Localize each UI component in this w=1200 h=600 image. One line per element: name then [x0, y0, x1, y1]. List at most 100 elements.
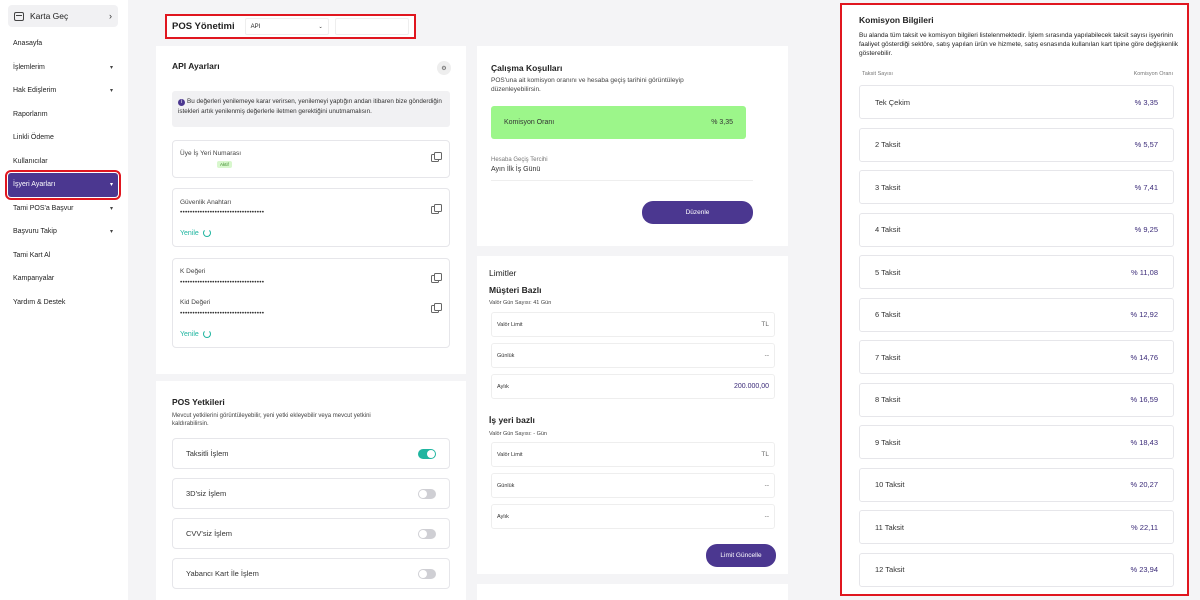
permission-toggle[interactable] — [418, 488, 436, 499]
status-badge: Aktif — [217, 161, 232, 168]
chevron-down-icon: ▾ — [109, 64, 113, 71]
sidebar-item[interactable]: Yardım & Destek — [8, 291, 118, 315]
komisyon-value: % 16,59 — [1130, 395, 1158, 404]
komisyon-value: % 3,35 — [1134, 97, 1158, 107]
komisyon-row: 9 Taksit % 18,43 — [859, 425, 1174, 459]
divider — [491, 180, 753, 181]
refresh-icon — [202, 330, 211, 338]
chevron-down-icon: ▾ — [109, 229, 113, 236]
sidebar-item[interactable]: Kullanıcılar — [8, 150, 118, 174]
permission-toggle[interactable] — [418, 568, 436, 579]
komisyon-value: % 18,43 — [1130, 437, 1158, 447]
sidebar-item[interactable]: İşyeri Ayarları ▾ — [5, 170, 121, 200]
taksit-label: 9 Taksit — [875, 437, 901, 447]
taksit-label: 5 Taksit — [875, 267, 901, 277]
hesaba-gecis-label: Hesaba Geçiş Tercihi — [491, 157, 548, 163]
permission-row: CVV'siz İşlem — [172, 518, 450, 549]
sidebar-item[interactable]: Linkli Ödeme — [8, 126, 118, 150]
taksit-label: 10 Taksit — [875, 480, 905, 489]
permission-label: CVV'siz İşlem — [186, 529, 233, 538]
guvenlik-label: Güvenlik Anahtarı — [180, 199, 232, 206]
sidebar-item-label: Hak Edişlerim — [13, 87, 57, 95]
copy-icon[interactable] — [431, 152, 442, 162]
sidebar-item[interactable]: Tami POS'a Başvur ▾ — [8, 197, 118, 221]
taksit-label: Tek Çekim — [875, 97, 911, 107]
pos-permissions-title: POS Yetkileri — [172, 397, 225, 407]
limitler-card: Limitler Müşteri Bazlı Valör Gün Sayısı:… — [477, 256, 788, 574]
api-settings-card: API Ayarları ⚙ i Bu değerleri yenilemeye … — [156, 46, 466, 374]
sidebar-item[interactable]: Kampanyalar — [8, 267, 118, 291]
komisyon-row: 7 Taksit % 14,76 — [859, 340, 1174, 374]
limit-value: -- — [764, 482, 769, 489]
copy-icon[interactable] — [431, 204, 442, 214]
komisyon-row: 3 Taksit % 7,41 — [859, 170, 1174, 204]
sidebar-item[interactable]: Anasayfa — [8, 32, 118, 56]
limit-row: Valör Limit TL — [491, 442, 775, 467]
limit-value: -- — [764, 352, 769, 359]
kid-label: Kid Değeri — [180, 299, 211, 306]
komisyon-row: Tek Çekim % 3,35 — [859, 85, 1174, 119]
limit-guncelle-button[interactable]: Limit Güncelle — [706, 544, 776, 567]
yenile-button[interactable]: Yenile — [180, 229, 211, 237]
sidebar-item-label: Yardım & Destek — [13, 298, 66, 306]
isyeri-bazli-title: İş yeri bazlı — [489, 415, 535, 425]
sidebar-item[interactable]: Raporlarım — [8, 103, 118, 127]
pos-type-select[interactable]: API ⌄ — [244, 18, 329, 35]
permission-toggle[interactable] — [418, 528, 436, 539]
komisyon-row: 8 Taksit % 16,59 — [859, 382, 1174, 417]
pos-permissions-desc: Mevcut yetkilerini görüntüleyebilir, yen… — [172, 413, 371, 428]
sidebar-item[interactable]: İşlemlerim ▾ — [8, 56, 118, 80]
sidebar-item-label: Tami Kart Al — [13, 251, 51, 259]
komisyon-row: 10 Taksit % 20,27 — [859, 467, 1174, 502]
sidebar: Karta Geç › Anasayfa İşlemlerim ▾ Hak Edişl… — [0, 0, 128, 600]
komisyon-value: % 23,94 — [1130, 565, 1158, 574]
komisyon-value: % 14,76 — [1130, 352, 1158, 362]
komisyon-value: % 9,25 — [1134, 225, 1158, 234]
guvenlik-value: •••••••••••••••••••••••••••••••••• — [180, 209, 265, 216]
info-icon: i — [178, 99, 185, 106]
sidebar-item-label: İşyeri Ayarları — [13, 181, 56, 189]
komisyon-row: 2 Taksit % 5,57 — [859, 127, 1174, 162]
permission-label: 3D'siz İşlem — [186, 489, 227, 498]
musteri-bazli-title: Müşteri Bazlı — [489, 285, 542, 295]
taksit-label: 2 Taksit — [875, 140, 901, 149]
k-kid-box: K Değeri •••••••••••••••••••••••••••••••… — [172, 258, 450, 348]
yenile-label: Yenile — [180, 330, 199, 338]
komisyon-orani-label: Komisyon Oranı — [504, 119, 555, 126]
permission-toggle[interactable] — [418, 448, 436, 459]
calisma-kosullari-card: Çalışma Koşulları POS'una ait komisyon o… — [477, 46, 788, 246]
pos-header: POS Yönetimi API ⌄ — [165, 14, 416, 39]
limit-label: Valör Limit — [497, 321, 523, 328]
limit-row: Aylık 200.000,00 — [491, 374, 775, 399]
sidebar-nav: Anasayfa İşlemlerim ▾ Hak Edişlerim ▾ Raporla… — [5, 32, 121, 315]
settings-icon[interactable]: ⚙ — [437, 61, 451, 75]
komisyon-orani-value: % 3,35 — [711, 119, 733, 126]
komisyon-value: % 7,41 — [1134, 182, 1158, 192]
yenile-button[interactable]: Yenile — [180, 330, 211, 338]
calisma-title: Çalışma Koşulları — [491, 63, 563, 73]
info-box: i Bu değerleri yenilemeye karar verirsen,… — [172, 91, 450, 127]
sidebar-item-label: Başvuru Takip — [13, 228, 57, 236]
sidebar-item-label: Anasayfa — [13, 40, 43, 48]
komisyon-row: 5 Taksit % 11,08 — [859, 255, 1174, 289]
isyeri-valor-sub: Valör Gün Sayısı: - Gün — [489, 431, 547, 437]
sidebar-item[interactable]: Başvuru Takip ▾ — [8, 220, 118, 244]
sidebar-item[interactable]: Tami Kart Al — [8, 244, 118, 268]
limit-label: Aylık — [497, 383, 509, 390]
taksit-label: 8 Taksit — [875, 395, 901, 404]
uye-isyeri-box: Üye İş Yeri Numarası Aktif — [172, 140, 450, 178]
chevron-down-icon: ▾ — [109, 88, 113, 95]
k-label: K Değeri — [180, 268, 206, 275]
komisyon-desc: Bu alanda tüm taksit ve komisyon bilgile… — [859, 32, 1179, 58]
taksit-sayisi-header: Taksit Sayısı — [862, 71, 893, 77]
chevron-down-icon: ▾ — [109, 205, 113, 212]
permission-row: 3D'siz İşlem — [172, 478, 450, 509]
copy-icon[interactable] — [431, 273, 442, 283]
komisyon-bilgileri-card: Komisyon Bilgileri Bu alanda tüm taksit … — [840, 3, 1189, 596]
duzenle-button[interactable]: Düzenle — [642, 201, 753, 224]
pos-search-input[interactable] — [334, 18, 409, 35]
karta-gec-button[interactable]: Karta Geç › — [8, 5, 118, 27]
sidebar-item[interactable]: Hak Edişlerim ▾ — [8, 79, 118, 103]
copy-icon[interactable] — [431, 303, 442, 313]
taksit-label: 6 Taksit — [875, 310, 901, 319]
